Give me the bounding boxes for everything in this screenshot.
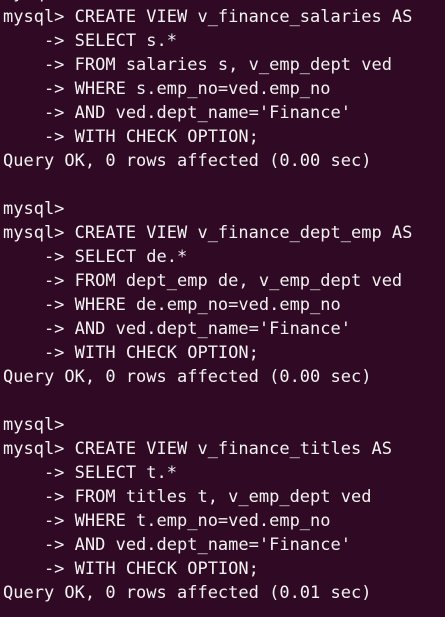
terminal-line: Query OK, 0 rows affected (0.00 sec) <box>3 367 372 387</box>
terminal-line: -> WHERE de.emp_no=ved.emp_no <box>3 295 341 315</box>
terminal-line: -> SELECT s.* <box>3 31 177 51</box>
terminal-line: -> AND ved.dept_name='Finance' <box>3 535 351 555</box>
terminal-line: -> SELECT de.* <box>3 247 188 267</box>
terminal-line: -> SELECT t.* <box>3 463 177 483</box>
terminal-line: -> WITH CHECK OPTION; <box>3 343 259 363</box>
terminal-line: mysql> <box>3 415 65 435</box>
terminal-line: -> FROM salaries s, v_emp_dept ved <box>3 55 392 75</box>
terminal-output[interactable]: mysql> mysql> CREATE VIEW v_finance_salar… <box>3 0 412 605</box>
terminal-line: mysql> <box>3 199 65 219</box>
terminal-line: -> WITH CHECK OPTION; <box>3 559 259 579</box>
terminal-line: -> FROM dept_emp de, v_emp_dept ved <box>3 271 403 291</box>
terminal-line: -> WHERE s.emp_no=ved.emp_no <box>3 79 331 99</box>
terminal-line: mysql> CREATE VIEW v_finance_salaries AS <box>3 7 413 27</box>
terminal-line: -> WITH CHECK OPTION; <box>3 127 259 147</box>
terminal-line: mysql> CREATE VIEW v_finance_titles AS <box>3 439 392 459</box>
terminal-line: -> AND ved.dept_name='Finance' <box>3 319 351 339</box>
terminal-line: -> FROM titles t, v_emp_dept ved <box>3 487 372 507</box>
terminal-line: mysql> CREATE VIEW v_finance_dept_emp AS <box>3 223 413 243</box>
terminal-line: -> AND ved.dept_name='Finance' <box>3 103 351 123</box>
terminal-line: Query OK, 0 rows affected (0.01 sec) <box>3 583 372 603</box>
terminal-line: -> WHERE t.emp_no=ved.emp_no <box>3 511 331 531</box>
terminal-line: Query OK, 0 rows affected (0.00 sec) <box>3 151 372 171</box>
